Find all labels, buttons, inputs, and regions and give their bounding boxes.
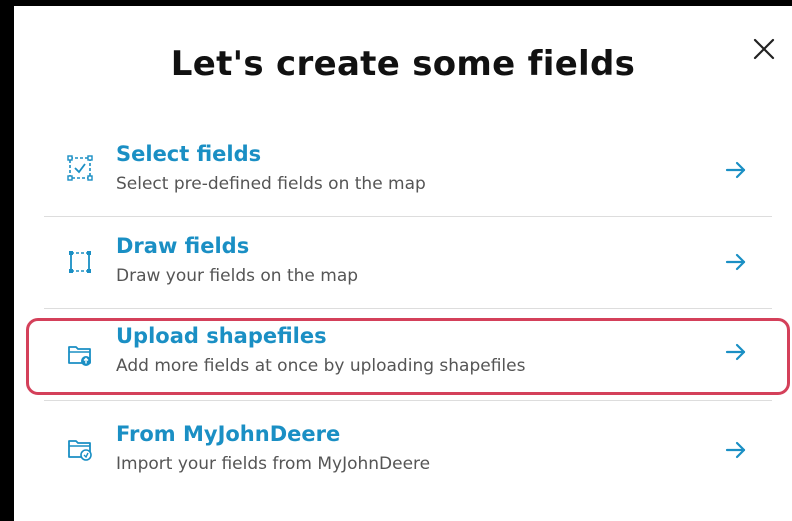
option-select-fields[interactable]: Select fields Select pre-defined fields … (44, 130, 772, 214)
folder-import-icon (64, 432, 96, 464)
option-subtitle: Import your fields from MyJohnDeere (116, 454, 431, 474)
option-title: Draw fields (116, 234, 250, 258)
select-area-icon (64, 152, 96, 184)
folder-upload-icon (64, 338, 96, 370)
divider (44, 216, 772, 217)
arrow-right-icon (722, 248, 750, 276)
option-subtitle: Select pre-defined fields on the map (116, 174, 426, 194)
dialog-title: Let's create some fields (170, 44, 636, 84)
option-upload-shapefiles[interactable]: Upload shapefiles Add more fields at onc… (44, 314, 772, 398)
option-title: From MyJohnDeere (116, 422, 341, 446)
create-fields-dialog: Let's create some fields Select fields S… (14, 6, 792, 521)
option-title: Select fields (116, 142, 262, 166)
arrow-right-icon (722, 338, 750, 366)
option-draw-fields[interactable]: Draw fields Draw your fields on the map (44, 222, 772, 306)
close-button[interactable] (749, 34, 779, 64)
option-title: Upload shapefiles (116, 324, 327, 348)
draw-area-icon (64, 246, 96, 278)
arrow-right-icon (722, 436, 750, 464)
close-icon (753, 38, 775, 60)
option-from-myjohndeere[interactable]: From MyJohnDeere Import your fields from… (44, 406, 772, 490)
divider (44, 308, 772, 309)
arrow-right-icon (722, 156, 750, 184)
option-subtitle: Add more fields at once by uploading sha… (116, 356, 526, 376)
divider (44, 400, 772, 401)
option-subtitle: Draw your fields on the map (116, 266, 359, 286)
